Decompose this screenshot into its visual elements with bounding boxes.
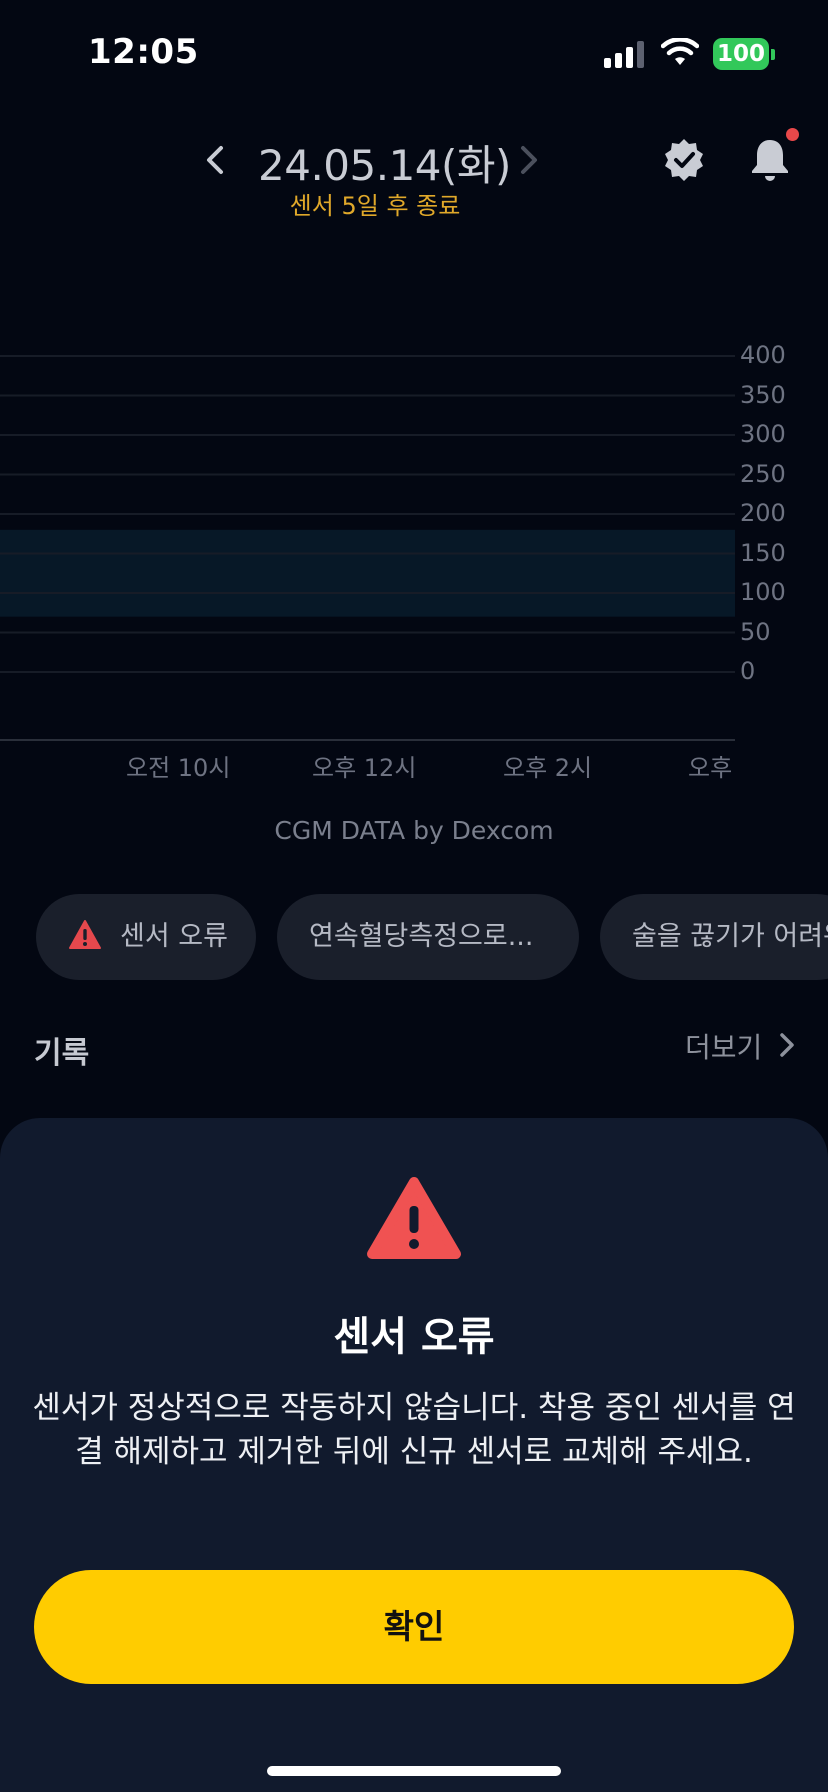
cgm-credit: CGM DATA by Dexcom (274, 816, 554, 845)
battery-tip (771, 49, 775, 60)
chevron-right-icon[interactable] (508, 140, 548, 180)
status-time: 12:05 (88, 32, 199, 72)
y-tick-label: 150 (740, 538, 786, 567)
sensor-status: 센서 5일 후 종료 (289, 192, 461, 220)
y-tick-label: 200 (740, 499, 786, 527)
signal-icon (604, 40, 646, 68)
verified-badge-icon[interactable] (660, 136, 708, 184)
confirm-button[interactable]: 확인 (34, 1570, 794, 1684)
x-tick-label: 오후 (688, 754, 732, 782)
chip-label: 센서 오류 (120, 921, 228, 952)
sheet-message: 센서가 정상적으로 작동하지 않습니다. 착용 중인 센서를 연결 해제하고 제… (32, 1390, 796, 1470)
home-indicator[interactable] (267, 1766, 561, 1776)
status-bar: 12:05 100 (0, 0, 828, 110)
glucose-chart[interactable]: 400 350 300 250 200 150 100 50 0 오전 10시 오후 12시 오후 … (0, 330, 828, 782)
x-tick-label: 오후 2시 (503, 754, 593, 782)
notification-dot (786, 128, 799, 141)
battery-icon: 100 (713, 38, 769, 70)
chip-label: 술을 끊기가 어려워 (632, 921, 828, 952)
y-tick-label: 0 (740, 657, 756, 685)
chip-row: 센서 오류 연속혈당측정으로... 술을 끊기가 어려워 (0, 894, 828, 980)
chip-cgm-article[interactable]: 연속혈당측정으로... (277, 894, 579, 980)
sensor-error-sheet: 센서 오류 센서가 정상적으로 작동하지 않습니다. 착용 중인 센서를 연결 … (0, 1118, 828, 1792)
y-tick-label: 350 (740, 380, 786, 409)
chip-sensor-error[interactable]: 센서 오류 (36, 894, 256, 980)
date-title[interactable]: 24.05.14(화) (258, 132, 511, 193)
y-tick-label: 300 (740, 420, 786, 448)
y-tick-label: 250 (740, 459, 786, 488)
sheet-title: 센서 오류 (333, 1314, 495, 1360)
target-range-band (0, 529, 735, 617)
chip-label: 연속혈당측정으로... (309, 921, 534, 952)
chevron-left-icon[interactable] (196, 140, 236, 180)
wifi-icon (661, 38, 699, 65)
y-tick-label: 400 (740, 341, 786, 369)
x-tick-label: 오후 12시 (312, 754, 417, 782)
chevron-right-icon (780, 1033, 794, 1057)
chip-alcohol-article[interactable]: 술을 끊기가 어려워 (600, 894, 828, 980)
chart-canvas (0, 355, 735, 741)
records-title: 기록 (34, 1036, 90, 1071)
x-tick-label: 오전 10시 (126, 754, 231, 782)
warning-icon (69, 920, 101, 949)
date-header: 24.05.14(화) 센서 5일 후 종료 (0, 128, 828, 228)
y-tick-label: 100 (740, 578, 786, 606)
records-more-label: 더보기 (685, 1031, 763, 1064)
y-tick-label: 50 (740, 617, 771, 646)
warning-icon (367, 1177, 461, 1259)
records-more-link[interactable]: 더보기 (685, 1026, 794, 1066)
bell-icon[interactable] (746, 136, 794, 184)
